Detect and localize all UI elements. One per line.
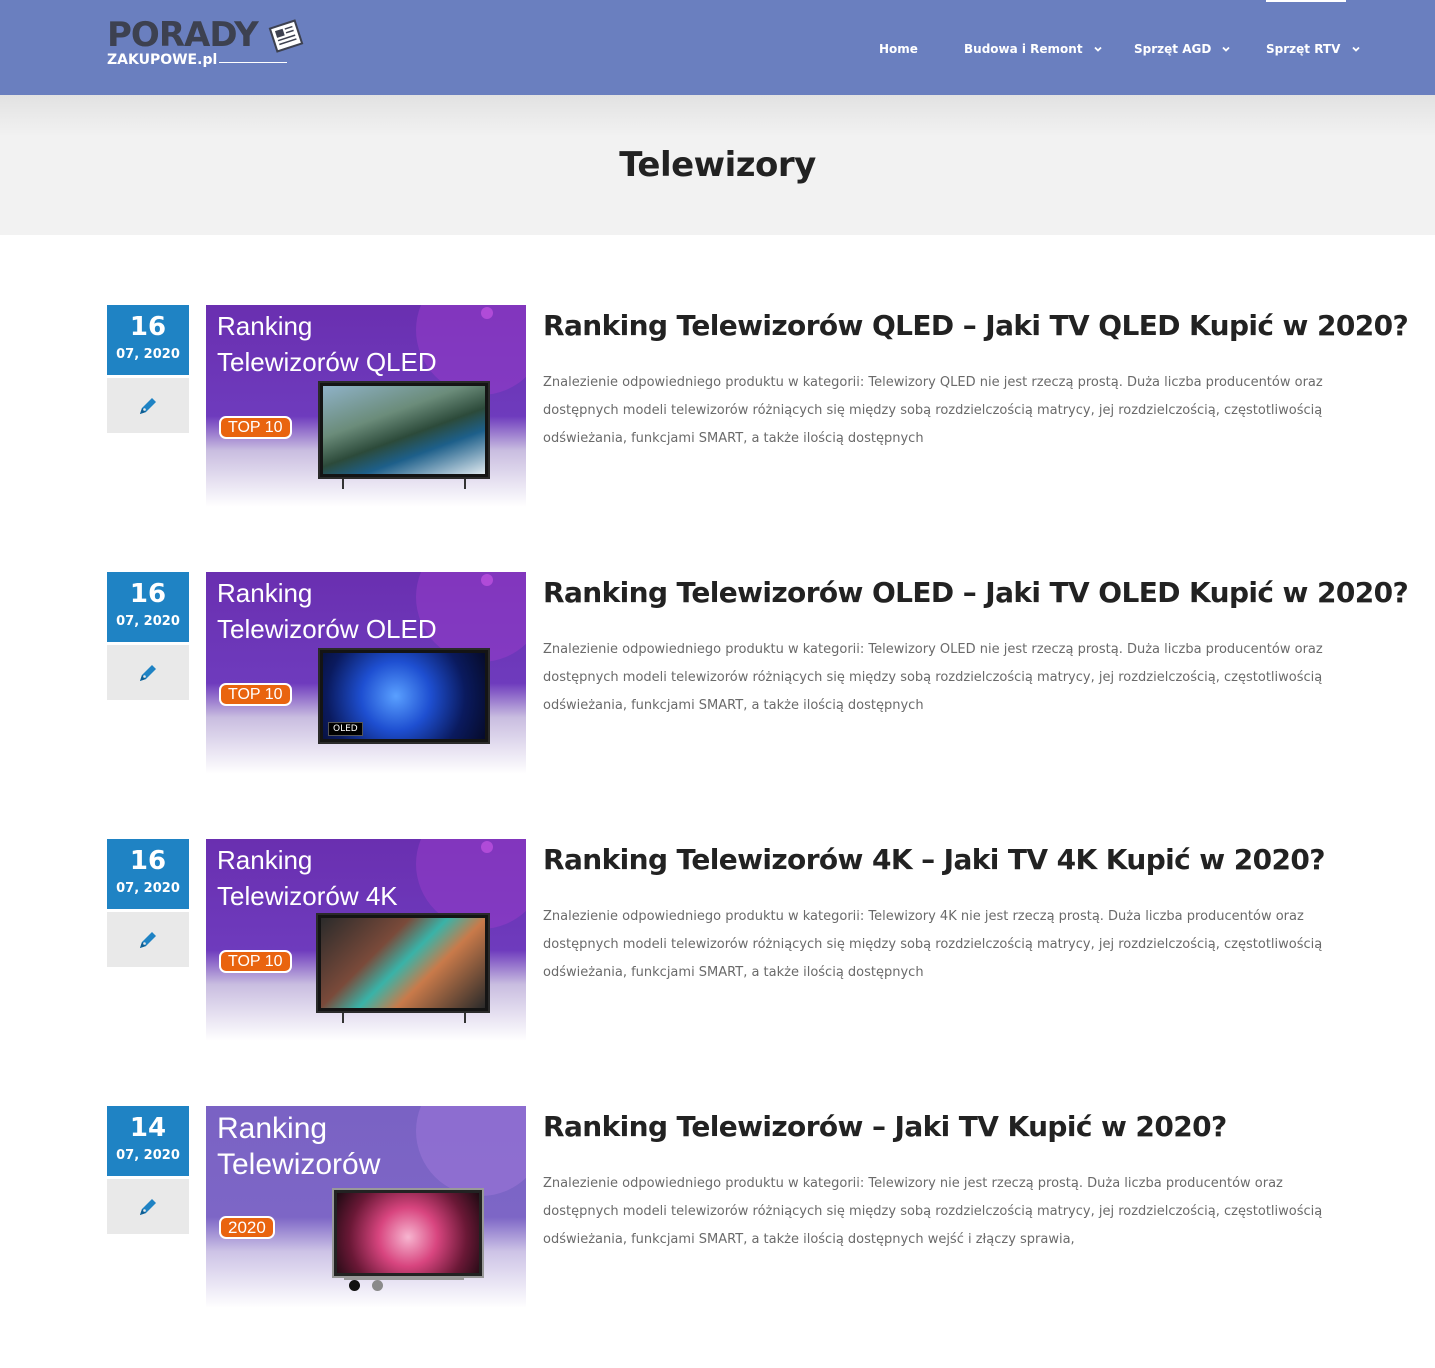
post-excerpt: Znalezienie odpowiedniego produktu w kat… — [543, 1176, 1323, 1247]
pen-icon — [140, 665, 156, 681]
nav-item-budowa-i-remont[interactable]: Budowa i Remont — [964, 38, 1103, 60]
post-thumbnail[interactable]: Ranking Telewizorów QLED TOP 10 — [206, 305, 526, 507]
pen-icon — [140, 398, 156, 414]
thumb-heading-line2: Telewizorów 4K — [217, 881, 398, 911]
tv-stand — [464, 479, 466, 489]
post-thumbnail[interactable]: Ranking Telewizorów 2020 — [206, 1106, 526, 1308]
thumb-heading-line1: Ranking — [217, 311, 313, 341]
tv-image — [332, 1188, 484, 1278]
thumb-heading-line1: Ranking — [217, 578, 313, 608]
post-format-link[interactable] — [107, 1179, 189, 1234]
nav-item-label: Budowa i Remont — [964, 42, 1083, 56]
tv-stand — [342, 1013, 344, 1023]
thumb-heading-line2: Telewizorów OLED — [217, 614, 437, 644]
thumb-badge: 2020 — [219, 1216, 275, 1239]
site-header: PORADY ZAKUPOWE.pl Home Budowa i Remont … — [0, 0, 1435, 95]
tv-model-label: OLED — [328, 722, 363, 736]
tv-image — [318, 381, 490, 479]
post-item: 16 07, 2020 Ranking Telewizorów 4K TOP 1… — [107, 839, 1347, 1041]
thumb-heading-line1: Ranking — [217, 1112, 328, 1145]
logo-underline — [219, 62, 287, 63]
thumb-badge: TOP 10 — [219, 416, 292, 439]
nav-active-indicator — [1266, 0, 1346, 2]
thumb-heading-line2: Telewizorów — [217, 1148, 381, 1181]
post-date-day: 14 — [129, 1113, 167, 1143]
chevron-down-icon — [1222, 46, 1231, 52]
tv-screen — [337, 1193, 479, 1273]
post-date-month-year: 07, 2020 — [116, 1148, 180, 1163]
chevron-down-icon — [1351, 46, 1360, 52]
tv-image — [316, 913, 490, 1013]
slider-dot[interactable] — [372, 1280, 383, 1291]
post-title-link[interactable]: Ranking Telewizorów 4K – Jaki TV 4K Kupi… — [543, 843, 1325, 877]
post-date-day: 16 — [129, 312, 167, 342]
pen-icon — [140, 932, 156, 948]
thumb-heading-line1: Ranking — [217, 845, 313, 875]
tv-image: OLED — [318, 648, 490, 744]
post-excerpt: Znalezienie odpowiedniego produktu w kat… — [543, 375, 1323, 446]
post-title-link[interactable]: Ranking Telewizorów – Jaki TV Kupić w 20… — [543, 1110, 1227, 1144]
tv-screen — [323, 386, 485, 474]
post-date: 16 07, 2020 — [107, 305, 189, 375]
nav-item-label: Home — [879, 42, 918, 56]
decorative-dot — [481, 574, 493, 586]
nav-item-home[interactable]: Home — [879, 38, 918, 60]
post-item: 16 07, 2020 Ranking Telewizorów OLED TOP… — [107, 572, 1409, 774]
post-date: 16 07, 2020 — [107, 839, 189, 909]
post-thumbnail[interactable]: Ranking Telewizorów 4K TOP 10 — [206, 839, 526, 1041]
post-item: 14 07, 2020 Ranking Telewizorów 2020 Ran… — [107, 1106, 1347, 1308]
nav-item-sprzet-agd[interactable]: Sprzęt AGD — [1134, 38, 1231, 60]
pen-icon — [140, 1199, 156, 1215]
nav-item-sprzet-rtv[interactable]: Sprzęt RTV — [1266, 38, 1361, 60]
thumb-badge: TOP 10 — [219, 950, 292, 973]
post-item: 16 07, 2020 Ranking Telewizorów QLED TOP… — [107, 305, 1409, 507]
post-date-day: 16 — [129, 846, 167, 876]
post-date-month-year: 07, 2020 — [116, 614, 180, 629]
post-thumbnail[interactable]: Ranking Telewizorów OLED TOP 10 OLED — [206, 572, 526, 774]
nav-item-label: Sprzęt RTV — [1266, 42, 1341, 56]
thumb-heading-line2: Telewizorów QLED — [217, 347, 437, 377]
thumb-badge: TOP 10 — [219, 683, 292, 706]
decorative-dot — [481, 307, 493, 319]
page-title: Telewizory — [619, 145, 816, 185]
decorative-blob — [416, 1106, 526, 1196]
post-date-month-year: 07, 2020 — [116, 881, 180, 896]
tv-stand — [464, 1013, 466, 1023]
post-date-day: 16 — [129, 579, 167, 609]
tv-stand — [342, 479, 344, 489]
decorative-dot — [481, 841, 493, 853]
post-date-month-year: 07, 2020 — [116, 347, 180, 362]
post-format-link[interactable] — [107, 912, 189, 967]
tv-screen — [321, 918, 485, 1008]
slider-pagination — [349, 1280, 389, 1292]
post-date: 16 07, 2020 — [107, 572, 189, 642]
post-date: 14 07, 2020 — [107, 1106, 189, 1176]
main-nav: Home Budowa i Remont Sprzęt AGD Sprzęt R… — [0, 38, 1435, 60]
post-title-link[interactable]: Ranking Telewizorów OLED – Jaki TV OLED … — [543, 576, 1409, 610]
post-excerpt: Znalezienie odpowiedniego produktu w kat… — [543, 642, 1323, 713]
post-excerpt: Znalezienie odpowiedniego produktu w kat… — [543, 909, 1323, 980]
post-format-link[interactable] — [107, 378, 189, 433]
nav-item-label: Sprzęt AGD — [1134, 42, 1212, 56]
post-title-link[interactable]: Ranking Telewizorów QLED – Jaki TV QLED … — [543, 309, 1409, 343]
slider-dot-active[interactable] — [349, 1280, 360, 1291]
post-format-link[interactable] — [107, 645, 189, 700]
chevron-down-icon — [1094, 46, 1102, 52]
